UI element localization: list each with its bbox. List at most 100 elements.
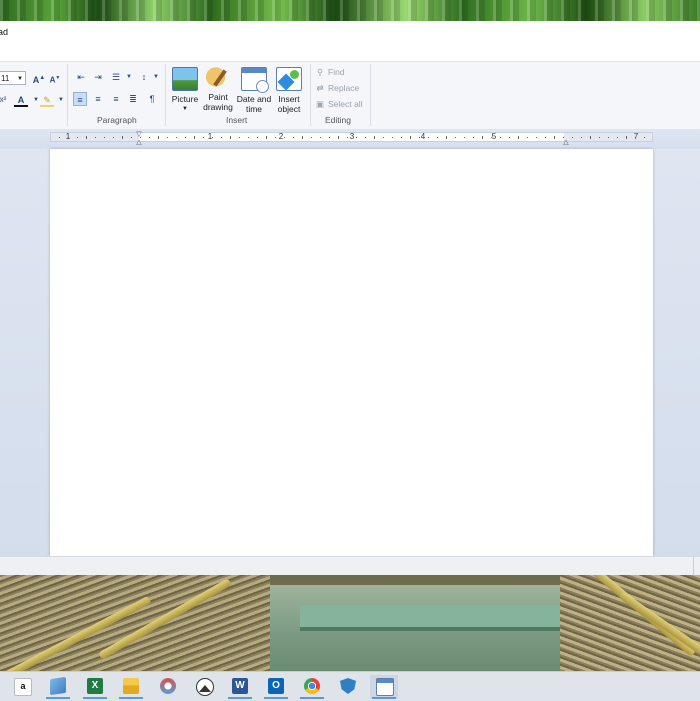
- document-page[interactable]: [50, 149, 653, 556]
- shrink-font-icon[interactable]: A▼: [48, 71, 62, 85]
- highlight-dropdown-icon[interactable]: ▼: [54, 93, 68, 107]
- ruler-number: 3: [349, 132, 355, 141]
- text-color-icon[interactable]: A: [14, 93, 28, 107]
- ruler-tick: [482, 136, 483, 139]
- ruler-tick: [59, 137, 60, 138]
- ruler-tick: [167, 137, 168, 138]
- photos-icon: [196, 678, 214, 696]
- taskbar-wordpad[interactable]: [370, 675, 398, 699]
- status-bar: [0, 556, 700, 576]
- hanging-indent-marker[interactable]: △: [136, 138, 141, 146]
- defender-icon: [340, 678, 356, 694]
- ruler-tick: [158, 136, 159, 139]
- insert-group-label: Insert: [226, 115, 248, 125]
- status-divider: [693, 557, 694, 576]
- ruler-tick: [275, 137, 276, 138]
- select-all-button[interactable]: ▣ Select all: [315, 99, 363, 110]
- ruler-tick: [320, 137, 321, 138]
- title-bar: ad: [0, 21, 700, 61]
- taskbar-amazon[interactable]: a: [8, 675, 36, 699]
- ruler-tick: [212, 137, 213, 138]
- paragraph-settings-icon[interactable]: ¶: [145, 92, 159, 106]
- font-size-select[interactable]: 11 ▼: [0, 71, 26, 85]
- select-all-icon: ▣: [315, 99, 325, 109]
- snipping-tool-icon: [160, 678, 176, 694]
- bullet-list-icon[interactable]: ☰: [109, 70, 123, 84]
- bullet-list-dropdown-icon[interactable]: ▼: [122, 70, 136, 84]
- justify-icon[interactable]: ≣: [126, 92, 140, 106]
- line-spacing-dropdown-icon[interactable]: ▼: [149, 70, 163, 84]
- ruler-tick: [599, 137, 600, 138]
- ruler-tick: [437, 137, 438, 138]
- ruler-tick: [347, 137, 348, 138]
- taskbar-defender[interactable]: [334, 675, 362, 699]
- superscript-icon[interactable]: x²: [0, 93, 10, 107]
- ruler-tick: [131, 137, 132, 138]
- ruler-tick: [419, 137, 420, 138]
- taskbar-word[interactable]: W: [226, 675, 254, 699]
- taskbar-notepad[interactable]: [44, 675, 72, 699]
- ruler-tick: [293, 137, 294, 138]
- ruler-tick: [311, 137, 312, 138]
- replace-label: Replace: [328, 83, 360, 93]
- ruler-tick: [455, 137, 456, 138]
- horizontal-ruler[interactable]: 1 1 2 3 4 5 7 ▽ △ △: [50, 131, 653, 146]
- word-icon: W: [232, 678, 248, 694]
- wallpaper-fence-right: [560, 575, 700, 671]
- ruler-tick: [77, 137, 78, 138]
- ruler-number: 2: [278, 132, 284, 141]
- desktop-wallpaper-top: [0, 0, 700, 21]
- taskbar-photos[interactable]: [190, 675, 218, 699]
- chevron-down-icon: ▼: [182, 106, 188, 112]
- replace-icon: ⇄: [316, 83, 324, 93]
- date-time-button[interactable]: Date and time: [236, 67, 272, 114]
- align-left-icon[interactable]: ≡: [73, 92, 87, 106]
- align-right-icon[interactable]: ≡: [109, 92, 123, 106]
- ruler-tick: [572, 137, 573, 138]
- desktop-wallpaper-bottom: [0, 575, 700, 671]
- taskbar-snipping-tool[interactable]: [154, 675, 182, 699]
- ruler-tick: [68, 137, 69, 138]
- find-button[interactable]: ⚲ Find: [315, 67, 345, 78]
- ruler-tick: [149, 137, 150, 138]
- ruler-tick: [185, 137, 186, 138]
- group-separator: [165, 64, 166, 126]
- paint-label-line2: drawing: [203, 102, 233, 112]
- ruler-tick: [86, 136, 87, 139]
- replace-button[interactable]: ⇄ Replace: [315, 83, 359, 94]
- grow-font-icon[interactable]: A▲: [32, 71, 46, 85]
- ruler-number: 4: [420, 132, 426, 141]
- ruler-tick: [554, 136, 555, 139]
- ruler-tick: [302, 136, 303, 139]
- paragraph-group-label: Paragraph: [97, 115, 137, 125]
- find-label: Find: [328, 67, 345, 77]
- highlight-icon[interactable]: ✎: [40, 93, 54, 107]
- ruler-tick: [392, 137, 393, 138]
- excel-icon: X: [87, 678, 103, 694]
- outlook-icon: O: [268, 678, 284, 694]
- picture-button[interactable]: Picture ▼: [167, 67, 203, 114]
- taskbar-file-explorer[interactable]: [117, 675, 145, 699]
- ruler-tick: [518, 136, 519, 139]
- wallpaper-step: [300, 605, 580, 631]
- increase-indent-icon[interactable]: ⇥: [91, 70, 105, 84]
- ruler-tick: [563, 137, 564, 138]
- right-indent-marker[interactable]: △: [563, 138, 568, 146]
- wordpad-icon: [376, 678, 394, 696]
- taskbar-excel[interactable]: X: [81, 675, 109, 699]
- decrease-indent-icon[interactable]: ⇤: [74, 70, 88, 84]
- paint-drawing-button[interactable]: Paint drawing: [200, 67, 236, 112]
- datetime-label-line1: Date and: [236, 94, 272, 104]
- ruler-tick: [194, 136, 195, 139]
- taskbar-outlook[interactable]: O: [262, 675, 290, 699]
- taskbar-chrome[interactable]: [298, 675, 326, 699]
- align-center-icon[interactable]: ≡: [91, 92, 105, 106]
- ruler-tick: [221, 137, 222, 138]
- ruler-tick: [95, 137, 96, 138]
- ruler-tick: [617, 137, 618, 138]
- insert-object-button[interactable]: Insert object: [271, 67, 307, 114]
- font-size-value: 11: [1, 74, 10, 83]
- ruler-tick: [356, 137, 357, 138]
- paint-label-line1: Paint: [208, 92, 228, 102]
- ruler-tick: [338, 136, 339, 139]
